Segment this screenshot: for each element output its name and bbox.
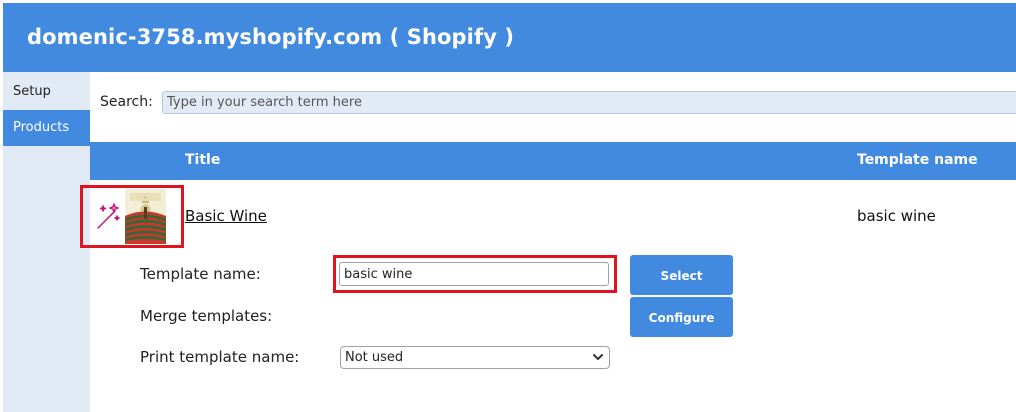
print-template-selected-value: Not used	[345, 350, 404, 365]
search-label: Search:	[100, 94, 153, 110]
sidebar-item-setup[interactable]: Setup	[3, 74, 90, 110]
template-name-label: Template name:	[140, 265, 261, 283]
app-header: domenic-3758.myshopify.com ( Shopify )	[3, 3, 1016, 72]
chevron-down-icon	[593, 354, 603, 360]
configure-button[interactable]: Configure	[630, 297, 733, 337]
shop-title: domenic-3758.myshopify.com ( Shopify )	[27, 25, 515, 49]
row-template-name: basic wine	[857, 207, 936, 225]
merge-templates-label: Merge templates:	[140, 307, 273, 325]
sidebar: Setup Products	[3, 72, 90, 412]
select-button[interactable]: Select	[630, 255, 733, 295]
template-name-input[interactable]	[339, 262, 609, 286]
print-template-name-label: Print template name:	[140, 348, 300, 366]
magic-wand-icon[interactable]	[95, 201, 121, 231]
column-header-title: Title	[185, 152, 221, 168]
print-template-select[interactable]: Not used	[340, 346, 610, 369]
table-header: Title Template name	[90, 142, 1016, 180]
product-title-link[interactable]: Basic Wine	[185, 207, 267, 225]
search-input[interactable]	[162, 91, 1016, 114]
wine-label-thumbnail[interactable]: ~	[125, 189, 166, 244]
sidebar-item-products[interactable]: Products	[3, 110, 90, 146]
column-header-template-name: Template name	[857, 152, 978, 168]
svg-text:~: ~	[143, 195, 147, 201]
